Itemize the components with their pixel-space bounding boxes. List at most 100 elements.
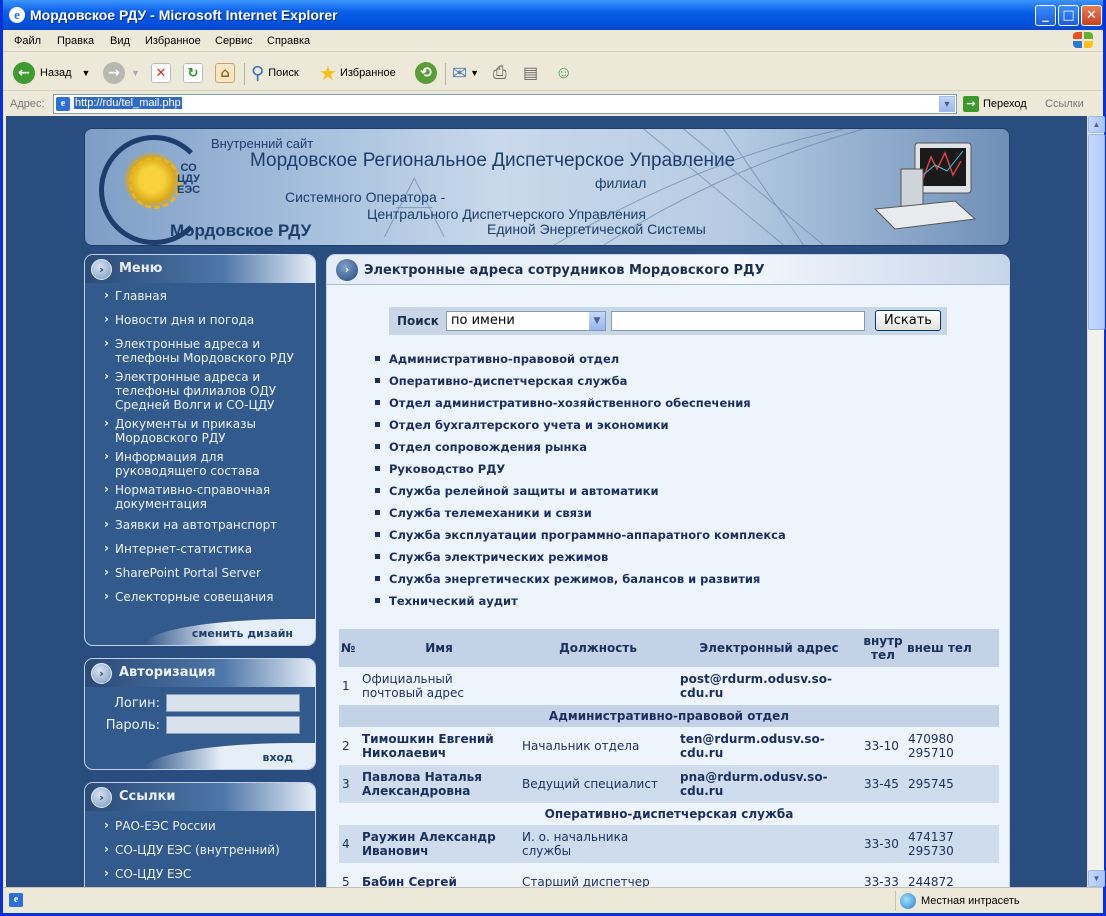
menu-tools[interactable]: Сервис: [215, 35, 253, 47]
main-content: › Электронные адреса сотрудников Мордовс…: [326, 254, 1010, 887]
forward-button[interactable]: → ▼: [103, 61, 140, 85]
menu-item-contacts-rdu[interactable]: Электронные адреса и телефоны Мордовског…: [85, 336, 315, 370]
cell-number: 4: [339, 825, 359, 863]
cell-email[interactable]: [677, 825, 861, 863]
address-bar: Адрес: e http://rdu/tel_mail.php ▼ → Пер…: [3, 92, 1103, 116]
chevron-down-icon[interactable]: ▼: [589, 312, 605, 330]
close-button[interactable]: ✕: [1081, 5, 1102, 26]
scroll-thumb[interactable]: [1088, 134, 1105, 330]
menu-item-conferences[interactable]: Селекторные совещания: [85, 589, 315, 614]
department-link[interactable]: Оперативно-диспетчерская служба: [375, 374, 786, 396]
toolbar-separator: [445, 63, 446, 85]
cell-external-phone: 244872: [905, 863, 999, 887]
login-row: Логин:: [85, 693, 315, 715]
cell-name: Раужин Александр Иванович: [359, 825, 519, 863]
login-link[interactable]: вход: [263, 751, 294, 764]
menu-item-internet-stats[interactable]: Интернет-статистика: [85, 541, 315, 566]
links-list: РАО-ЕЭС России СО-ЦДУ ЕЭС (внутренний) С…: [85, 811, 315, 887]
vertical-scrollbar[interactable]: ▲ ▼: [1087, 116, 1105, 887]
menu-favorites[interactable]: Избранное: [145, 35, 201, 47]
password-input[interactable]: [166, 716, 300, 734]
menu-item-contacts-branches[interactable]: Электронные адреса и телефоны филиалов О…: [85, 369, 315, 417]
cell-email[interactable]: ten@rdurm.odusv.so-cdu.ru: [677, 727, 861, 765]
department-link[interactable]: Отдел административно-хозяйственного обе…: [375, 396, 786, 418]
menu-file[interactable]: Файл: [14, 35, 41, 47]
department-link[interactable]: Служба эксплуатации программно-аппаратно…: [375, 528, 786, 550]
login-label: Логин:: [114, 696, 160, 711]
department-link[interactable]: Технический аудит: [375, 594, 786, 616]
search-label: Поиск: [268, 67, 299, 79]
link-so-cdu-internal[interactable]: СО-ЦДУ ЕЭС (внутренний): [85, 842, 315, 867]
toolbar-separator: [244, 63, 245, 85]
auth-panel: › Авторизация Логин: Пароль: вход: [84, 658, 316, 770]
print-button[interactable]: ⎙: [493, 61, 507, 85]
messenger-button[interactable]: ☺: [555, 61, 572, 85]
login-input[interactable]: [166, 694, 300, 712]
search-button[interactable]: ⚲ Поиск: [251, 61, 299, 85]
table-row: 2 Тимошкин Евгений Николаевич Начальник …: [339, 727, 999, 765]
menu-item-sharepoint[interactable]: SharePoint Portal Server: [85, 565, 315, 590]
scroll-up-icon[interactable]: ▲: [1088, 116, 1105, 133]
search-mode-value: по имени: [451, 313, 515, 328]
address-dropdown-icon[interactable]: ▼: [939, 96, 955, 112]
links-button[interactable]: Ссылки: [1045, 98, 1084, 110]
menu-item-management-info[interactable]: Информация для руководящего состава: [85, 449, 315, 483]
address-url[interactable]: http://rdu/tel_mail.php: [74, 97, 182, 109]
panel-bullet-icon: ›: [91, 663, 112, 684]
browser-window: e Мордовское РДУ - Microsoft Internet Ex…: [0, 0, 1106, 916]
menu-item-home[interactable]: Главная: [85, 288, 315, 313]
department-link[interactable]: Административно-правовой отдел: [375, 352, 786, 374]
menu-item-documents[interactable]: Документы и приказы Мордовского РДУ: [85, 416, 315, 450]
stop-button[interactable]: ✕: [151, 61, 171, 85]
forward-dropdown-icon: ▼: [131, 68, 140, 78]
content-bullet-icon: ›: [336, 259, 358, 281]
menu-item-news[interactable]: Новости дня и погода: [85, 312, 315, 337]
menu-help[interactable]: Справка: [267, 35, 310, 47]
maximize-button[interactable]: □: [1058, 5, 1079, 26]
cell-position: И. о. начальника службы: [519, 825, 677, 863]
history-button[interactable]: ⟲: [415, 61, 437, 85]
col-external-phone: внеш тел: [905, 629, 999, 667]
search-input[interactable]: [611, 311, 865, 331]
search-mode-select[interactable]: по имени ▼: [446, 311, 606, 331]
cell-email[interactable]: post@rdurm.odusv.so-cdu.ru: [677, 667, 861, 705]
menu-item-normative-docs[interactable]: Нормативно-справочная документация: [85, 482, 315, 518]
banner-branch: филиал: [595, 175, 647, 191]
logo-text-3: ЕЭС: [177, 184, 201, 196]
banner-internal: Внутренний сайт: [211, 136, 314, 151]
change-design-link[interactable]: сменить дизайн: [192, 627, 293, 640]
link-so-cdu[interactable]: СО-ЦДУ ЕЭС: [85, 866, 315, 887]
address-label: Адрес:: [10, 98, 45, 110]
banner-line1: Системного Оператора -: [285, 189, 446, 205]
department-link[interactable]: Служба энергетических режимов, балансов …: [375, 572, 786, 594]
back-button[interactable]: ← Назад ▼: [13, 61, 90, 85]
link-rao-ees[interactable]: РАО-ЕЭС России: [85, 818, 315, 843]
menu-view[interactable]: Вид: [110, 35, 130, 47]
go-button[interactable]: → Переход: [963, 96, 1027, 112]
auth-panel-header: › Авторизация: [85, 659, 315, 687]
department-link[interactable]: Служба телемеханики и связи: [375, 506, 786, 528]
refresh-button[interactable]: ↻: [183, 61, 203, 85]
scroll-down-icon[interactable]: ▼: [1088, 870, 1105, 887]
department-link[interactable]: Руководство РДУ: [375, 462, 786, 484]
department-link[interactable]: Служба релейной защиты и автоматики: [375, 484, 786, 506]
back-dropdown-icon[interactable]: ▼: [82, 68, 91, 78]
cell-position: Начальник отдела: [519, 727, 677, 765]
menu-edit[interactable]: Правка: [57, 35, 94, 47]
staff-table: № Имя Должность Электронный адрес внутр …: [339, 629, 999, 887]
department-link[interactable]: Служба электрических режимов: [375, 550, 786, 572]
cell-email[interactable]: pna@rdurm.odusv.so-cdu.ru: [677, 765, 861, 803]
search-form: Поиск по имени ▼ Искать: [389, 307, 947, 335]
status-bar: e Местная интрасеть: [3, 887, 1103, 913]
department-link[interactable]: Отдел сопровождения рынка: [375, 440, 786, 462]
cell-email[interactable]: [677, 863, 861, 887]
menu-item-transport[interactable]: Заявки на автотранспорт: [85, 517, 315, 542]
search-submit-button[interactable]: Искать: [875, 310, 941, 331]
edit-button[interactable]: ▤: [523, 61, 538, 85]
minimize-button[interactable]: _: [1035, 5, 1056, 26]
favorites-button[interactable]: ★ Избранное: [319, 61, 396, 85]
address-input[interactable]: e http://rdu/tel_mail.php ▼: [53, 94, 957, 114]
home-button[interactable]: ⌂: [215, 61, 235, 85]
mail-button[interactable]: ✉ ▼: [452, 61, 479, 85]
department-link[interactable]: Отдел бухгалтерского учета и экономики: [375, 418, 786, 440]
